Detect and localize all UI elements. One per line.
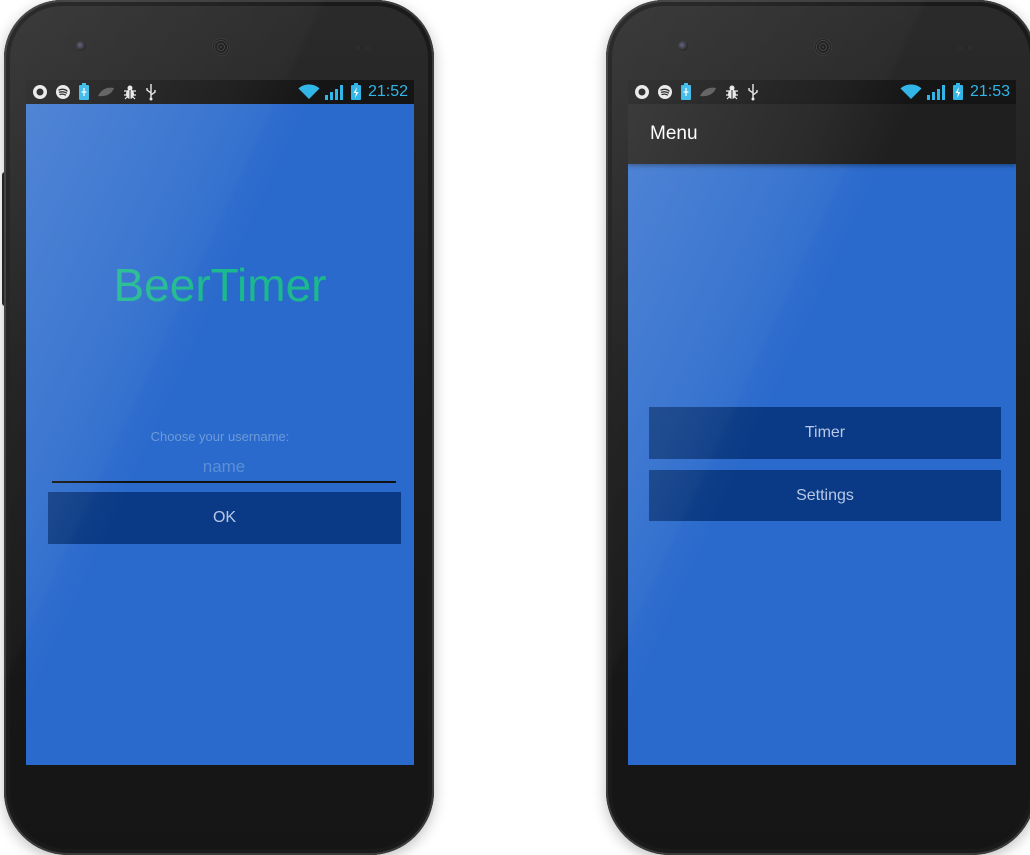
battery-saver-icon: [680, 83, 692, 101]
earpiece-speaker: [212, 38, 230, 56]
app-title: BeerTimer: [113, 259, 327, 311]
status-time: 21:53: [969, 83, 1010, 100]
phone-left: 21:52 BeerTimer Choose your username: OK: [4, 0, 434, 855]
status-time: 21:52: [367, 83, 408, 100]
battery-charging-icon: [952, 83, 964, 101]
status-bar: 21:52: [26, 80, 414, 104]
username-prompt: Choose your username:: [150, 429, 290, 444]
front-camera: [678, 41, 688, 51]
menu-screen: 21:53 Menu Timer Settings: [628, 80, 1016, 765]
bug-icon: [724, 84, 740, 100]
leaf-icon: [699, 86, 717, 98]
signal-icon: [926, 84, 948, 100]
phone-right: 21:53 Menu Timer Settings: [606, 0, 1030, 855]
action-bar: Menu: [628, 104, 1016, 164]
battery-saver-icon: [78, 83, 90, 101]
proximity-sensor: [356, 46, 360, 50]
usb-icon: [747, 83, 759, 101]
light-sensor: [366, 46, 370, 50]
wifi-icon: [900, 84, 922, 100]
spotify-icon: [657, 84, 673, 100]
spotify-icon: [55, 84, 71, 100]
battery-charging-icon: [350, 83, 362, 101]
leaf-icon: [97, 86, 115, 98]
status-bar: 21:53: [628, 80, 1016, 104]
proximity-sensor: [958, 46, 962, 50]
earpiece-speaker: [814, 38, 832, 56]
login-screen: 21:52 BeerTimer Choose your username: OK: [26, 80, 414, 765]
ok-button[interactable]: OK: [48, 492, 401, 544]
wifi-icon: [298, 84, 320, 100]
settings-button[interactable]: Settings: [649, 470, 1001, 521]
usb-icon: [145, 83, 157, 101]
circle-a-icon: [634, 84, 650, 100]
signal-icon: [324, 84, 346, 100]
light-sensor: [968, 46, 972, 50]
front-camera: [76, 41, 86, 51]
timer-button[interactable]: Timer: [649, 407, 1001, 459]
bug-icon: [122, 84, 138, 100]
circle-a-icon: [32, 84, 48, 100]
page-title: Menu: [650, 123, 698, 144]
username-input[interactable]: [52, 453, 396, 483]
